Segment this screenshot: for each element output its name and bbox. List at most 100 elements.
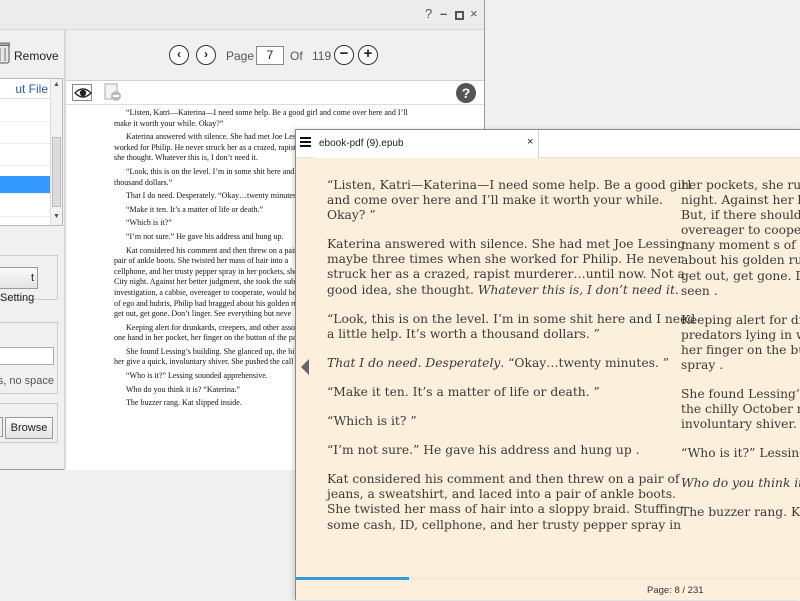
book-italic-text: Who do you think it i — [681, 475, 800, 490]
book-text: good idea, she thought. — [327, 282, 478, 297]
book-line: a little help. It’s worth a thousand dol… — [327, 326, 600, 341]
book-line: her finger on the but — [681, 342, 800, 357]
book-paragraph: Katerina answered with silence. She had … — [327, 237, 686, 298]
file-row[interactable] — [0, 122, 50, 144]
file-row[interactable] — [0, 144, 50, 166]
zoom-in-button[interactable]: + — [358, 45, 378, 65]
close-tab-icon[interactable]: × — [527, 136, 533, 148]
file-list-header[interactable]: ut File — [0, 79, 50, 99]
book-italic-text: Whatever this is, I don’t need it — [477, 282, 675, 297]
book-line: She found Lessing’s b — [681, 387, 800, 402]
book-line: many moment s of e — [681, 238, 800, 253]
book-text: . — [674, 282, 679, 297]
browse-button[interactable]: Browse — [5, 417, 53, 439]
setting-group: t Setting — [0, 255, 58, 304]
book-paragraph: “Look, this is on the level. I’m in some… — [327, 312, 695, 342]
book-line: struck her as a crazed, rapist murderer…… — [327, 267, 685, 282]
book-paragraph: “Which is it? ” — [327, 414, 662, 429]
reading-progress-fill — [296, 577, 410, 580]
scroll-down-icon[interactable]: ▼ — [53, 213, 60, 220]
window-help-button[interactable]: ? — [425, 7, 432, 21]
next-page-button[interactable]: › — [196, 45, 216, 65]
file-row[interactable] — [0, 100, 50, 122]
book-line: involuntary shiver. Sh — [681, 417, 800, 432]
book-line: “I’m not sure.” He gave his address and … — [327, 443, 640, 458]
page-toolbar: ‹ › Page 7 Of 119 − + — [66, 30, 484, 80]
book-line: about his golden rule — [681, 253, 800, 268]
book-line: Keeping alert for dru — [681, 312, 800, 327]
book-line: seen . — [681, 283, 718, 298]
book-line: Kat considered his comment and then thre… — [327, 472, 680, 487]
book-line: good idea, she thought. Whatever this is… — [327, 282, 679, 298]
of-label: Of — [290, 49, 303, 63]
book-line: night. Against her be — [681, 193, 800, 208]
book-paragraph: “Who is it?” Lessing — [681, 446, 800, 461]
book-line: overeager to cooperat — [681, 223, 800, 238]
window-close-button[interactable]: × — [470, 7, 478, 21]
tab-title: ebook-pdf (9).epub — [319, 138, 404, 149]
tab-ebook[interactable]: ebook-pdf (9).epub × — [314, 130, 539, 158]
page-status: Page: 8 / 231 — [647, 585, 704, 596]
eye-icon — [74, 88, 92, 98]
preview-toggle-button[interactable] — [72, 84, 92, 101]
pdf-paragraph: “Listen, Katri—Katerina—I need some help… — [114, 108, 444, 129]
preview-toolbar: ? — [66, 81, 484, 105]
reader-footer: Page: 8 / 231 — [296, 577, 800, 601]
book-italic-text: That I do need. Desperately — [327, 355, 501, 370]
file-list[interactable]: ut File ▲ ▼ — [0, 78, 63, 226]
book-paragraph: The buzzer rang. Kat — [681, 505, 800, 520]
zoom-out-button[interactable]: − — [334, 45, 354, 65]
help-icon[interactable]: ? — [456, 83, 476, 103]
book-paragraph: Keeping alert for dru predators lying in … — [681, 313, 800, 373]
scrollbar-thumb[interactable] — [52, 137, 61, 207]
file-row[interactable] — [0, 195, 50, 217]
scroll-up-icon[interactable]: ▲ — [53, 81, 60, 88]
book-paragraph: her pockets, she rushnight. Against her … — [681, 178, 800, 299]
book-paragraph: Who do you think it i — [681, 476, 800, 491]
book-column-1: “Listen, Katri—Katerina—I need some help… — [327, 178, 695, 547]
book-line: maybe three times when she worked for Ph… — [327, 252, 684, 267]
exclude-page-icon[interactable] — [104, 83, 122, 102]
book-paragraph: “I’m not sure.” He gave his address and … — [327, 443, 662, 458]
window-maximize-button[interactable] — [455, 11, 464, 20]
reading-progress-bar[interactable] — [296, 577, 800, 580]
hamburger-menu-icon[interactable] — [300, 137, 311, 148]
reader-tab-bar: ebook-pdf (9).epub × — [296, 130, 800, 158]
book-line: Okay? ” — [327, 208, 376, 223]
total-pages: 119 — [312, 49, 332, 63]
book-text: . “Okay…twenty minutes. ” — [500, 355, 670, 370]
prev-page-button[interactable]: ‹ — [169, 45, 189, 65]
book-column-2: her pockets, she rushnight. Against her … — [681, 178, 800, 534]
book-line: get out, get gone. Dor — [681, 268, 800, 283]
output-name-group: ers, no space) — [0, 322, 58, 394]
page-label: Page — [226, 49, 255, 63]
book-line: But, if there should — [681, 208, 800, 223]
book-line: jeans, a sweatshirt, and laced into a pa… — [327, 487, 676, 502]
ebook-reader-window: ebook-pdf (9).epub × “Listen, Katri—Kate… — [295, 129, 800, 600]
trash-icon — [0, 42, 10, 64]
book-line: “Listen, Katri—Katerina—I need some help… — [327, 178, 692, 192]
file-list-scrollbar[interactable]: ▲ ▼ — [50, 79, 62, 225]
book-line: the chilly October n — [681, 402, 800, 417]
window-minimize-button[interactable]: – — [440, 7, 447, 21]
page-number-input[interactable]: 7 — [256, 46, 284, 65]
output-name-hint: ers, no space) — [0, 375, 54, 387]
setting-button[interactable]: t Setting — [0, 267, 38, 304]
book-line: “Who is it?” Lessing — [681, 446, 800, 461]
book-line: She twisted her mass of hair into a slop… — [327, 502, 684, 517]
book-line: predators lying in wa — [681, 327, 800, 342]
prev-page-arrow-icon[interactable] — [301, 359, 309, 375]
book-paragraph: “Listen, Katri—Katerina—I need some help… — [327, 178, 692, 223]
file-row-selected[interactable] — [0, 176, 50, 194]
book-line: her pockets, she rush — [681, 178, 800, 192]
book-paragraph: That I do need. Desperately. “Okay…twent… — [327, 355, 669, 371]
book-line: “Which is it? ” — [327, 414, 417, 429]
title-bar: ? – × — [0, 0, 484, 30]
book-line: Katerina answered with silence. She had … — [327, 237, 686, 252]
pdf-line: “Listen, Katri—Katerina—I need some help… — [126, 108, 408, 117]
folder-dropdown[interactable] — [0, 417, 3, 437]
output-name-field[interactable] — [0, 347, 54, 365]
pdf-line: make it worth your while. Okay?” — [114, 118, 224, 128]
remove-button[interactable]: Remove — [0, 40, 60, 70]
book-paragraph: Kat considered his comment and then thre… — [327, 472, 684, 532]
